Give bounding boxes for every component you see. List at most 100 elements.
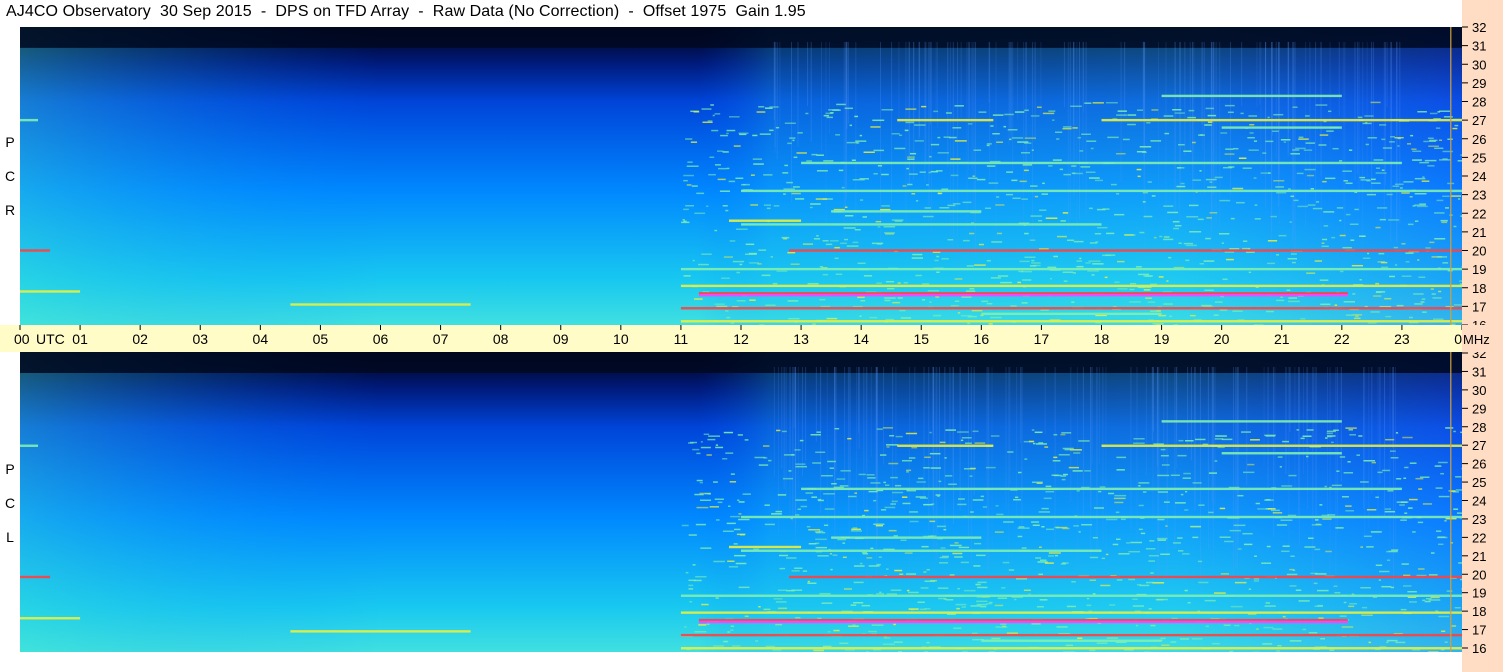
spectro-streak (1315, 367, 1317, 516)
spectro-speckle (795, 616, 801, 619)
freq-axis-bottom: 3231302928272625242322212019181716 (1462, 352, 1503, 672)
spectro-speckle (938, 562, 949, 564)
spectro-speckle (850, 604, 857, 606)
spectro-speckle (822, 645, 832, 648)
freq-tick-label: 26 (1472, 132, 1486, 147)
spectro-speckle (1345, 314, 1354, 316)
spectro-streak (928, 41, 930, 206)
spectro-speckle (1396, 304, 1404, 307)
spectro-streak (1213, 41, 1215, 230)
spectro-speckle (1361, 606, 1368, 609)
spectro-speckle (1286, 289, 1291, 291)
spectro-speckle (722, 530, 734, 533)
spectro-speckle (1157, 491, 1169, 493)
spectro-streak (1009, 367, 1011, 485)
spectro-speckle (1428, 651, 1439, 652)
spectro-speckle (1017, 535, 1023, 538)
spectro-speckle (766, 207, 771, 210)
spectro-speckle (991, 241, 1003, 243)
spectro-speckle (1343, 301, 1356, 303)
spectro-speckle (1242, 167, 1252, 169)
spectro-speckle (762, 445, 770, 447)
spectro-streak (1246, 367, 1248, 486)
spectro-speckle (1132, 605, 1144, 607)
spectro-speckle (770, 256, 773, 258)
spectro-signal-band (789, 249, 1462, 252)
spectro-speckle (1014, 496, 1019, 499)
spectro-speckle (995, 204, 1005, 206)
spectro-speckle (1190, 525, 1201, 528)
spectro-speckle (1071, 165, 1077, 167)
spectro-speckle (815, 198, 828, 200)
spectro-speckle (1277, 456, 1283, 458)
spectro-speckle (1386, 193, 1393, 196)
spectro-speckle (1329, 649, 1335, 652)
spectro-speckle (1253, 140, 1258, 142)
spectro-speckle (791, 570, 800, 572)
spectro-speckle (831, 482, 837, 485)
spectro-speckle (787, 142, 792, 145)
spectro-streak (846, 41, 848, 129)
spectro-speckle (771, 513, 782, 515)
spectro-speckle (954, 140, 967, 142)
spectro-speckle (786, 181, 793, 184)
spectro-speckle (696, 452, 701, 455)
spectro-speckle (1341, 626, 1354, 628)
spectro-speckle (1237, 494, 1244, 497)
spectro-speckle (859, 134, 863, 137)
spectro-speckle (1233, 524, 1246, 527)
spectro-speckle (922, 283, 930, 285)
spectro-speckle (1392, 185, 1400, 188)
spectro-speckle (1044, 446, 1049, 448)
time-tick-label: 23 (1394, 331, 1410, 347)
spectro-speckle (1348, 149, 1353, 151)
spectro-speckle (954, 542, 959, 544)
spectro-speckle (1395, 641, 1406, 644)
spectro-speckle (1306, 272, 1316, 274)
spectro-speckle (1101, 557, 1106, 560)
spectro-speckle (811, 496, 818, 498)
spectro-speckle (1380, 261, 1388, 264)
spectro-speckle (976, 603, 988, 606)
spectro-speckle (835, 273, 843, 276)
time-tick-label: 20 (1214, 331, 1230, 347)
spectro-speckle (1019, 260, 1030, 263)
spectro-speckle (1333, 585, 1338, 588)
spectro-speckle (1385, 315, 1392, 318)
spectro-streak (863, 367, 865, 509)
spectro-speckle (1452, 491, 1459, 493)
spectro-speckle (1324, 177, 1336, 180)
spectro-speckle (1283, 141, 1287, 143)
spectro-speckle (1145, 297, 1152, 299)
spectro-streak (1083, 41, 1085, 113)
spectro-speckle (1254, 204, 1258, 206)
spectro-speckle (1356, 454, 1361, 456)
spectro-speckle (1336, 470, 1340, 472)
spectro-speckle (1345, 505, 1352, 507)
spectro-speckle (1150, 624, 1156, 627)
spectro-streak (1392, 367, 1394, 448)
spectro-speckle (736, 300, 746, 302)
spectro-speckle (807, 580, 810, 583)
spectro-streak (949, 41, 951, 253)
freq-tick-label: 31 (1472, 39, 1486, 54)
spectro-speckle (882, 643, 895, 646)
spectro-streak (1383, 41, 1385, 223)
spectro-speckle (1185, 490, 1188, 493)
spectro-speckle (858, 473, 866, 476)
spectro-speckle (1386, 550, 1398, 553)
spectro-speckle (1343, 180, 1349, 182)
spectro-speckle (976, 554, 986, 557)
spectro-speckle (1409, 462, 1417, 464)
freq-tick-label: 21 (1472, 225, 1486, 240)
spectro-streak (1313, 367, 1315, 442)
spectro-speckle (868, 630, 877, 633)
spectro-speckle (696, 192, 705, 195)
spectro-speckle (1205, 625, 1209, 628)
spectro-speckle (723, 640, 729, 643)
spectro-streak (1163, 367, 1165, 462)
spectro-streak (858, 367, 860, 449)
spectro-speckle (1428, 599, 1441, 601)
spectro-streak (925, 41, 927, 164)
spectro-speckle (1078, 531, 1081, 533)
